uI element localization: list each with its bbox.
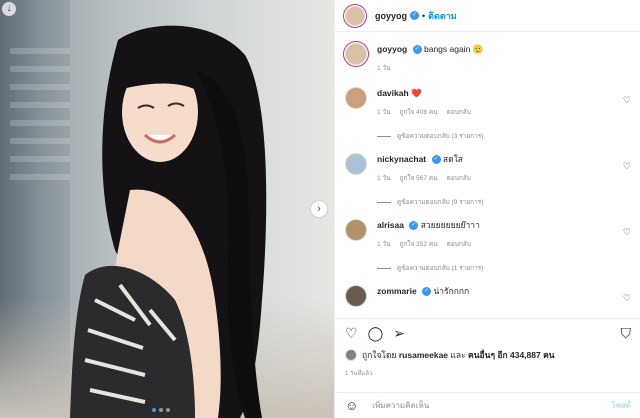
caption-emoji: 🫡 xyxy=(472,44,484,54)
comment-heart-icon[interactable]: ♡ xyxy=(623,95,631,106)
bookmark-icon[interactable]: ⛉ xyxy=(621,325,632,342)
comment-username[interactable]: nickynachat xyxy=(377,154,426,164)
comment-time[interactable]: 1 วัน xyxy=(377,239,391,249)
author-username[interactable]: goyyog xyxy=(375,11,407,21)
caption-row: goyyog ✓ bangs again 🫡 1 วัน xyxy=(345,43,631,73)
post-comment-button[interactable]: โพสต์ xyxy=(611,399,631,412)
follow-button[interactable]: ติดตาม xyxy=(428,9,457,23)
view-replies-label: ดูข้อความตอบกลับ (3 รายการ) xyxy=(397,133,484,140)
comment-text: สวยยยยยยย๊าาา xyxy=(420,220,480,230)
commenter-avatar[interactable] xyxy=(345,87,367,109)
photo-subject xyxy=(70,25,267,418)
instagram-post-modal: ↓ › goyyog ✓ • ติดตาม goyyog ✓ bangs aga… xyxy=(0,0,640,418)
comment-heart-icon[interactable]: ♡ xyxy=(623,227,631,238)
view-replies-label: ดูข้อความตอบกลับ (1 รายการ) xyxy=(397,265,484,272)
chevron-right-icon[interactable]: › xyxy=(311,201,327,217)
author-avatar[interactable] xyxy=(345,5,365,26)
comment-like-count[interactable]: ถูกใจ 408 คน xyxy=(400,107,438,117)
verified-badge-icon: ✓ xyxy=(422,287,432,297)
view-replies-button[interactable]: ดูข้อความตอบกลับ (3 รายการ) xyxy=(377,131,631,141)
commenter-avatar[interactable] xyxy=(345,285,367,307)
comment-row: davikah ❤️ 1 วัน ถูกใจ 408 คน ตอบกลับ ดู… xyxy=(345,87,631,141)
carousel-dot xyxy=(152,408,156,412)
comment-username[interactable]: alrisaa xyxy=(377,220,404,230)
comment-time[interactable]: 1 วัน xyxy=(377,173,391,183)
verified-badge-icon: ✓ xyxy=(431,155,441,165)
carousel-indicator xyxy=(152,408,170,412)
comment-reply-button[interactable]: ตอบกลับ xyxy=(447,107,471,117)
likes-middle: และ xyxy=(450,350,466,360)
comment-icon[interactable]: ◯ xyxy=(368,325,384,342)
carousel-dot xyxy=(166,408,170,412)
comment-text: สดใส xyxy=(442,154,463,164)
add-comment-bar: ☺ เพิ่มความคิดเห็น โพสต์ xyxy=(335,392,640,418)
comment-text: น่ารักกกก xyxy=(433,286,470,296)
post-time-ago[interactable]: 1 วันที่แล้ว xyxy=(345,368,372,378)
post-side-panel: goyyog ✓ • ติดตาม goyyog ✓ bangs again 🫡… xyxy=(334,0,640,418)
replies-dash xyxy=(377,135,391,137)
comment-like-count[interactable]: ถูกใจ 567 คน xyxy=(400,173,438,183)
likes-others-count[interactable]: คนอื่นๆ อีก 434,887 คน xyxy=(468,348,555,362)
liker-username[interactable]: rusameekae xyxy=(399,350,448,360)
commenter-avatar[interactable] xyxy=(345,153,367,175)
comment-heart-icon[interactable]: ♡ xyxy=(623,161,631,172)
comment-username[interactable]: zommarie xyxy=(377,286,417,296)
commenter-avatar[interactable] xyxy=(345,219,367,241)
author-avatar[interactable] xyxy=(345,43,367,65)
carousel-dot xyxy=(159,408,163,412)
comment-row: alrisaa ✓ สวยยยยยยย๊าาา 1 วัน ถูกใจ 252 … xyxy=(345,219,631,273)
verified-badge-icon: ✓ xyxy=(409,221,419,231)
send-icon[interactable]: ➢ xyxy=(393,325,405,342)
smiley-icon[interactable]: ☺ xyxy=(345,398,358,413)
likes-summary: ถูกใจโดย rusameekae และ คนอื่นๆ อีก 434,… xyxy=(345,348,630,362)
view-replies-button[interactable]: ดูข้อความตอบกลับ (1 รายการ) xyxy=(377,263,631,273)
heart-icon[interactable]: ♡ xyxy=(345,325,358,342)
caption-time[interactable]: 1 วัน xyxy=(377,63,391,73)
comment-username[interactable]: davikah xyxy=(377,88,409,98)
post-header: goyyog ✓ • ติดตาม xyxy=(335,0,640,32)
comment-like-count[interactable]: ถูกใจ 252 คน xyxy=(400,239,438,249)
comment-reply-button[interactable]: ตอบกลับ xyxy=(447,239,471,249)
view-replies-button[interactable]: ดูข้อความตอบกลับ (9 รายการ) xyxy=(377,197,631,207)
comment-row: zommarie ✓ น่ารักกกก ♡ xyxy=(345,285,631,307)
post-photo[interactable]: ↓ › xyxy=(0,0,334,418)
caption-username[interactable]: goyyog xyxy=(377,44,407,54)
replies-dash xyxy=(377,267,391,269)
comment-text: ❤️ xyxy=(411,88,422,98)
caption-text: bangs again xyxy=(423,44,471,54)
verified-badge-icon: ✓ xyxy=(410,11,420,20)
post-actions-bar: ♡ ◯ ➢ ⛉ xyxy=(335,318,640,348)
comment-time[interactable]: 1 วัน xyxy=(377,107,391,117)
comment-row: nickynachat ✓ สดใส 1 วัน ถูกใจ 567 คน ตอ… xyxy=(345,153,631,207)
liker-avatar[interactable] xyxy=(345,349,357,361)
view-replies-label: ดูข้อความตอบกลับ (9 รายการ) xyxy=(397,199,484,206)
verified-badge-icon: ✓ xyxy=(412,45,422,55)
comment-heart-icon[interactable]: ♡ xyxy=(623,293,631,304)
comment-reply-button[interactable]: ตอบกลับ xyxy=(447,173,471,183)
likes-prefix: ถูกใจโดย xyxy=(362,350,397,360)
arrow-down-icon[interactable]: ↓ xyxy=(2,2,16,16)
separator-dot: • xyxy=(422,10,426,21)
replies-dash xyxy=(377,201,391,203)
comment-input[interactable]: เพิ่มความคิดเห็น xyxy=(372,399,611,412)
comments-list[interactable]: goyyog ✓ bangs again 🫡 1 วัน davikah ❤️ … xyxy=(335,33,640,315)
